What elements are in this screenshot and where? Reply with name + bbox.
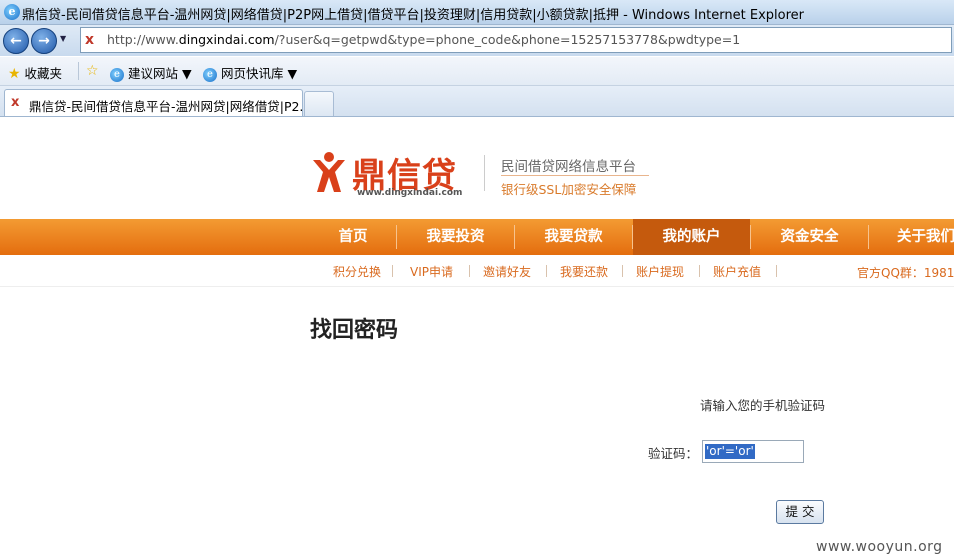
nav-my-account[interactable]: 我的账户 bbox=[633, 219, 750, 255]
favorites-button[interactable]: ★ 收藏夹 bbox=[8, 63, 62, 82]
nav-home[interactable]: 首页 bbox=[310, 219, 396, 255]
nav-about-us[interactable]: 关于我们 bbox=[869, 219, 954, 255]
slogan-main: 民间借贷网络信息平台 bbox=[501, 159, 636, 175]
tab-bar: х 鼎信贷-民间借贷信息平台-温州网贷|网络借贷|P2... bbox=[0, 86, 954, 117]
site-favicon-icon: х bbox=[11, 95, 20, 110]
verification-code-label: 验证码： bbox=[648, 446, 699, 461]
divider bbox=[501, 175, 649, 176]
history-dropdown-icon[interactable]: ▼ bbox=[60, 34, 70, 44]
divider bbox=[392, 265, 393, 277]
subnav-points-exchange[interactable]: 积分兑换 bbox=[333, 263, 381, 280]
page-title: 找回密码 bbox=[310, 318, 399, 343]
star-icon: ★ bbox=[8, 66, 21, 82]
nav-fund-security[interactable]: 资金安全 bbox=[751, 219, 868, 255]
window-title: 鼎信贷-民间借贷信息平台-温州网贷|网络借贷|P2P网上借贷|借贷平台|投资理财… bbox=[22, 8, 804, 23]
submit-button[interactable]: 提 交 bbox=[776, 500, 824, 524]
tab-current-page[interactable]: х 鼎信贷-民间借贷信息平台-温州网贷|网络借贷|P2... bbox=[4, 89, 311, 116]
ie-browser-icon: e bbox=[4, 4, 20, 20]
favorites-bar: ★ 收藏夹 ☆ e 建议网站 ▼ e 网页快讯库 ▼ bbox=[0, 57, 954, 86]
web-slice-gallery-link[interactable]: e 网页快讯库 ▼ bbox=[203, 63, 297, 82]
back-arrow-icon[interactable]: ← bbox=[3, 28, 29, 54]
new-tab-button[interactable] bbox=[304, 91, 334, 116]
ie-page-icon: e bbox=[203, 67, 217, 82]
nav-invest[interactable]: 我要投资 bbox=[397, 219, 514, 255]
address-input[interactable]: х http://www.dingxindai.com/?user&q=getp… bbox=[80, 27, 952, 53]
qq-group-text: 官方QQ群：19819 bbox=[857, 266, 954, 280]
divider bbox=[776, 265, 777, 277]
watermark: www.wooyun.org bbox=[816, 539, 943, 555]
divider bbox=[484, 155, 485, 191]
address-toolbar: ← → ▼ х http://www.dingxindai.com/?user&… bbox=[0, 25, 954, 56]
subnav-withdraw[interactable]: 账户提现 bbox=[636, 263, 684, 280]
site-favicon-icon: х bbox=[85, 32, 95, 48]
divider bbox=[78, 62, 79, 80]
forward-arrow-icon[interactable]: → bbox=[31, 28, 57, 54]
divider bbox=[469, 265, 470, 277]
url-text: http://www.dingxindai.com/?user&q=getpwd… bbox=[107, 32, 741, 47]
divider bbox=[699, 265, 700, 277]
input-value: 'or'='or' bbox=[705, 444, 755, 459]
logo-url: www.dingxindai.com bbox=[357, 188, 463, 198]
subnav-deposit[interactable]: 账户充值 bbox=[713, 263, 761, 280]
verification-code-input[interactable]: 'or'='or' bbox=[702, 440, 804, 463]
sub-nav: 积分兑换 VIP申请 邀请好友 我要还款 账户提现 账户充值 bbox=[0, 256, 954, 287]
nav-borrow[interactable]: 我要贷款 bbox=[515, 219, 632, 255]
divider bbox=[622, 265, 623, 277]
form-prompt: 请输入您的手机验证码 bbox=[700, 398, 826, 413]
window-title-bar: e 鼎信贷-民间借贷信息平台-温州网贷|网络借贷|P2P网上借贷|借贷平台|投资… bbox=[0, 0, 954, 25]
subnav-vip-apply[interactable]: VIP申请 bbox=[410, 263, 453, 280]
suggested-sites-link[interactable]: e 建议网站 ▼ bbox=[110, 63, 192, 82]
ie-page-icon: e bbox=[110, 67, 124, 82]
add-favorite-icon[interactable]: ☆ bbox=[86, 63, 99, 79]
logo-mark-icon bbox=[313, 152, 345, 192]
main-nav: 首页 我要投资 我要贷款 我的账户 资金安全 关于我们 bbox=[0, 219, 954, 255]
slogan-sub: 银行级SSL加密安全保障 bbox=[501, 182, 637, 197]
divider bbox=[546, 265, 547, 277]
subnav-invite-friends[interactable]: 邀请好友 bbox=[483, 263, 531, 280]
subnav-repay[interactable]: 我要还款 bbox=[560, 263, 608, 280]
star-plus-icon: ☆ bbox=[86, 63, 99, 79]
